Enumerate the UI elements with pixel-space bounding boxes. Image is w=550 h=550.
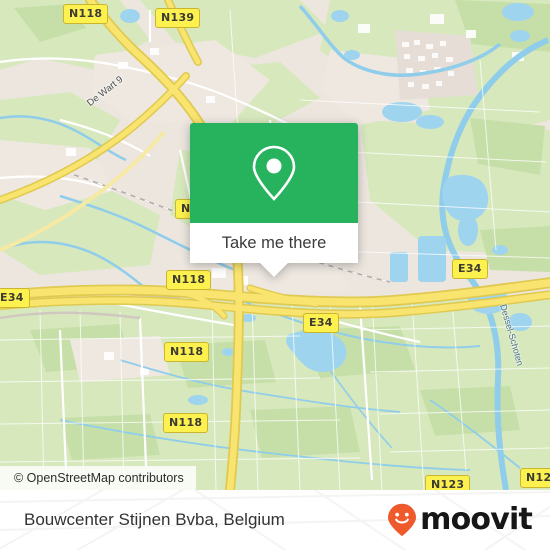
take-me-there-button[interactable]: Take me there — [190, 223, 358, 263]
popup-pointer — [260, 263, 288, 277]
moovit-logo[interactable]: moovit — [387, 502, 533, 537]
popup-header — [190, 123, 358, 223]
road-shield: E34 — [303, 313, 339, 333]
road-shield: N139 — [155, 8, 201, 28]
road-shield: N123 — [425, 475, 471, 490]
location-popup-card[interactable]: Take me there — [190, 123, 358, 277]
footer-bar: Bouwcenter Stijnen Bvba, Belgium moovit — [0, 490, 550, 550]
map-screenshot: N118N139N118N118E34E34E34N118N118N123N12… — [0, 0, 550, 550]
road-shield: N118 — [164, 342, 210, 362]
osm-attribution[interactable]: © OpenStreetMap contributors — [0, 466, 196, 490]
road-shield: N118 — [166, 270, 212, 290]
page-title: Bouwcenter Stijnen Bvba, Belgium — [24, 510, 285, 529]
road-shield: E34 — [0, 288, 30, 308]
map-canvas[interactable]: N118N139N118N118E34E34E34N118N118N123N12… — [0, 0, 550, 490]
road-shield: N118 — [63, 4, 109, 24]
moovit-wordmark: moovit — [420, 502, 533, 537]
road-shield: N123 — [520, 468, 550, 488]
road-shield: E34 — [452, 259, 488, 279]
location-pin-icon — [252, 145, 296, 201]
moovit-smiley-pin-icon — [388, 503, 417, 537]
road-shield: N118 — [163, 413, 209, 433]
take-me-there-label: Take me there — [221, 233, 327, 252]
osm-attribution-label: © OpenStreetMap contributors — [14, 471, 184, 485]
